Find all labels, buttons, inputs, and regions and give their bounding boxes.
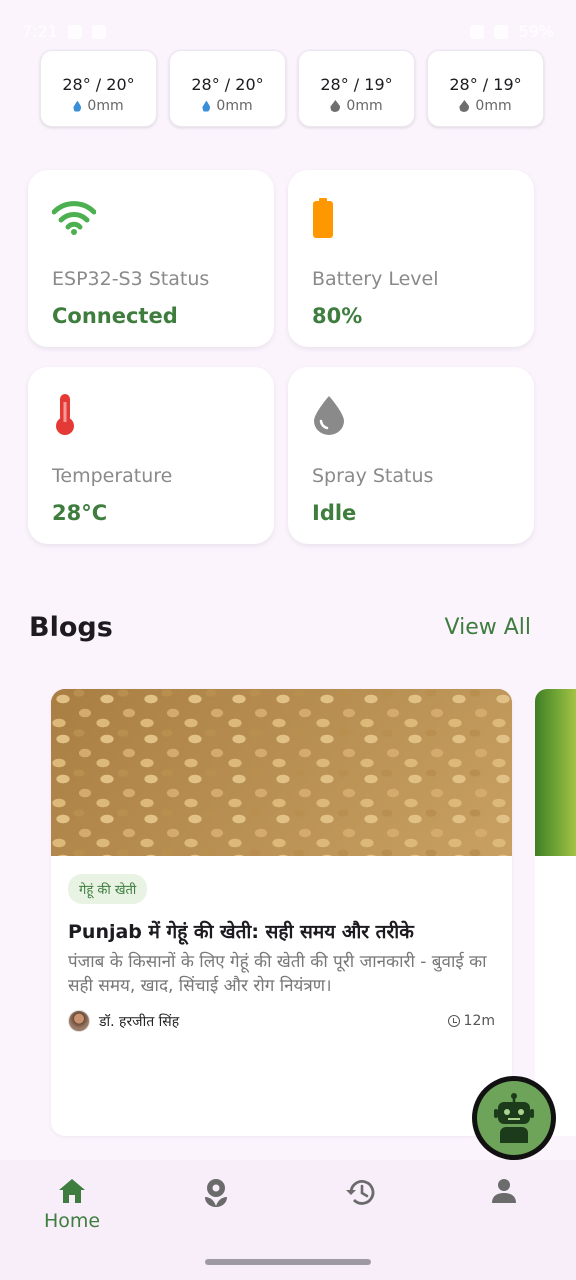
flower-icon [205, 1179, 227, 1207]
chatbot-button[interactable] [472, 1076, 556, 1160]
weather-rain: 0mm [73, 98, 124, 114]
weather-rain: 0mm [202, 98, 253, 114]
blogs-section-title: Blogs [29, 612, 113, 643]
water-drop-icon [330, 100, 341, 112]
weather-temp: 28° / 20° [62, 75, 135, 94]
card-value: 80% [312, 304, 363, 328]
battery-level-card[interactable]: Battery Level 80% [288, 170, 534, 347]
weather-rain: 0mm [459, 98, 512, 114]
signal-icon [494, 24, 509, 39]
water-drop-icon [312, 395, 510, 435]
notification-icon [91, 24, 106, 39]
nav-profile[interactable] [449, 1178, 559, 1204]
read-time-value: 12m [463, 1013, 495, 1029]
next-blog-card-preview[interactable] [535, 689, 576, 856]
history-icon [346, 1180, 375, 1205]
weather-temp: 28° / 20° [191, 75, 264, 94]
blog-category-tag: गेहूं की खेती [68, 874, 148, 904]
profile-icon [492, 1179, 516, 1203]
weather-temp: 28° / 19° [449, 75, 522, 94]
nav-history[interactable] [305, 1178, 415, 1206]
read-time: 12m [447, 1013, 495, 1029]
wifi-icon [52, 198, 250, 238]
spray-status-card[interactable]: Spray Status Idle [288, 367, 534, 544]
nav-crops[interactable] [161, 1178, 271, 1208]
weather-forecast-row: 28° / 20° 0mm 28° / 20° 0mm 28° / 19° 0m… [40, 50, 544, 127]
esp32-status-card[interactable]: ESP32-S3 Status Connected [28, 170, 274, 347]
author-name: डॉ. हरजीत सिंह [99, 1013, 180, 1030]
wifi-status-icon [470, 24, 485, 39]
weather-day-card[interactable]: 28° / 19° 0mm [427, 50, 544, 127]
card-value: 28°C [52, 501, 108, 525]
rain-amount: 0mm [346, 98, 383, 114]
rain-drop-blue-icon [202, 100, 211, 112]
nav-home[interactable]: Home [17, 1178, 127, 1232]
blogs-header: Blogs View All [29, 612, 531, 643]
card-label: Spray Status [312, 465, 434, 487]
robot-icon [477, 1081, 551, 1155]
blog-title: Punjab में गेहूं की खेती: सही समय और तरी… [68, 921, 414, 943]
author-avatar [68, 1010, 90, 1032]
water-drop-icon [459, 100, 470, 112]
card-value: Idle [312, 501, 357, 525]
rain-amount: 0mm [87, 98, 124, 114]
home-icon [59, 1179, 85, 1203]
weather-day-card[interactable]: 28° / 20° 0mm [40, 50, 157, 127]
card-label: Temperature [52, 465, 173, 487]
blog-description: पंजाब के किसानों के लिए गेहूं की खेती की… [68, 952, 487, 996]
card-value: Connected [52, 304, 178, 328]
rain-amount: 0mm [475, 98, 512, 114]
weather-rain: 0mm [330, 98, 383, 114]
view-all-link[interactable]: View All [445, 615, 531, 640]
rain-drop-blue-icon [73, 100, 82, 112]
temperature-card[interactable]: Temperature 28°C [28, 367, 274, 544]
weather-temp: 28° / 19° [320, 75, 393, 94]
device-status-grid: ESP32-S3 Status Connected Battery Level … [28, 170, 536, 544]
blog-meta: डॉ. हरजीत सिंह 12m [68, 1010, 495, 1032]
gesture-home-indicator[interactable] [205, 1259, 371, 1265]
card-label: Battery Level [312, 268, 439, 290]
card-label: ESP32-S3 Status [52, 268, 210, 290]
weather-day-card[interactable]: 28° / 20° 0mm [169, 50, 286, 127]
clock-icon [447, 1015, 460, 1027]
nav-home-label: Home [43, 1210, 101, 1232]
blog-author: डॉ. हरजीत सिंह [68, 1010, 179, 1032]
battery-status: 59% [518, 22, 554, 41]
blog-cover-image [51, 689, 512, 856]
thermometer-icon [52, 394, 250, 435]
rain-amount: 0mm [216, 98, 253, 114]
blog-card[interactable]: गेहूं की खेती Punjab में गेहूं की खेती: … [51, 689, 512, 1136]
status-time: 7:21 [22, 22, 58, 41]
weather-day-card[interactable]: 28° / 19° 0mm [298, 50, 415, 127]
blog-body: गेहूं की खेती Punjab में गेहूं की खेती: … [51, 856, 512, 1032]
battery-icon [312, 198, 510, 238]
notification-icon [67, 24, 82, 39]
